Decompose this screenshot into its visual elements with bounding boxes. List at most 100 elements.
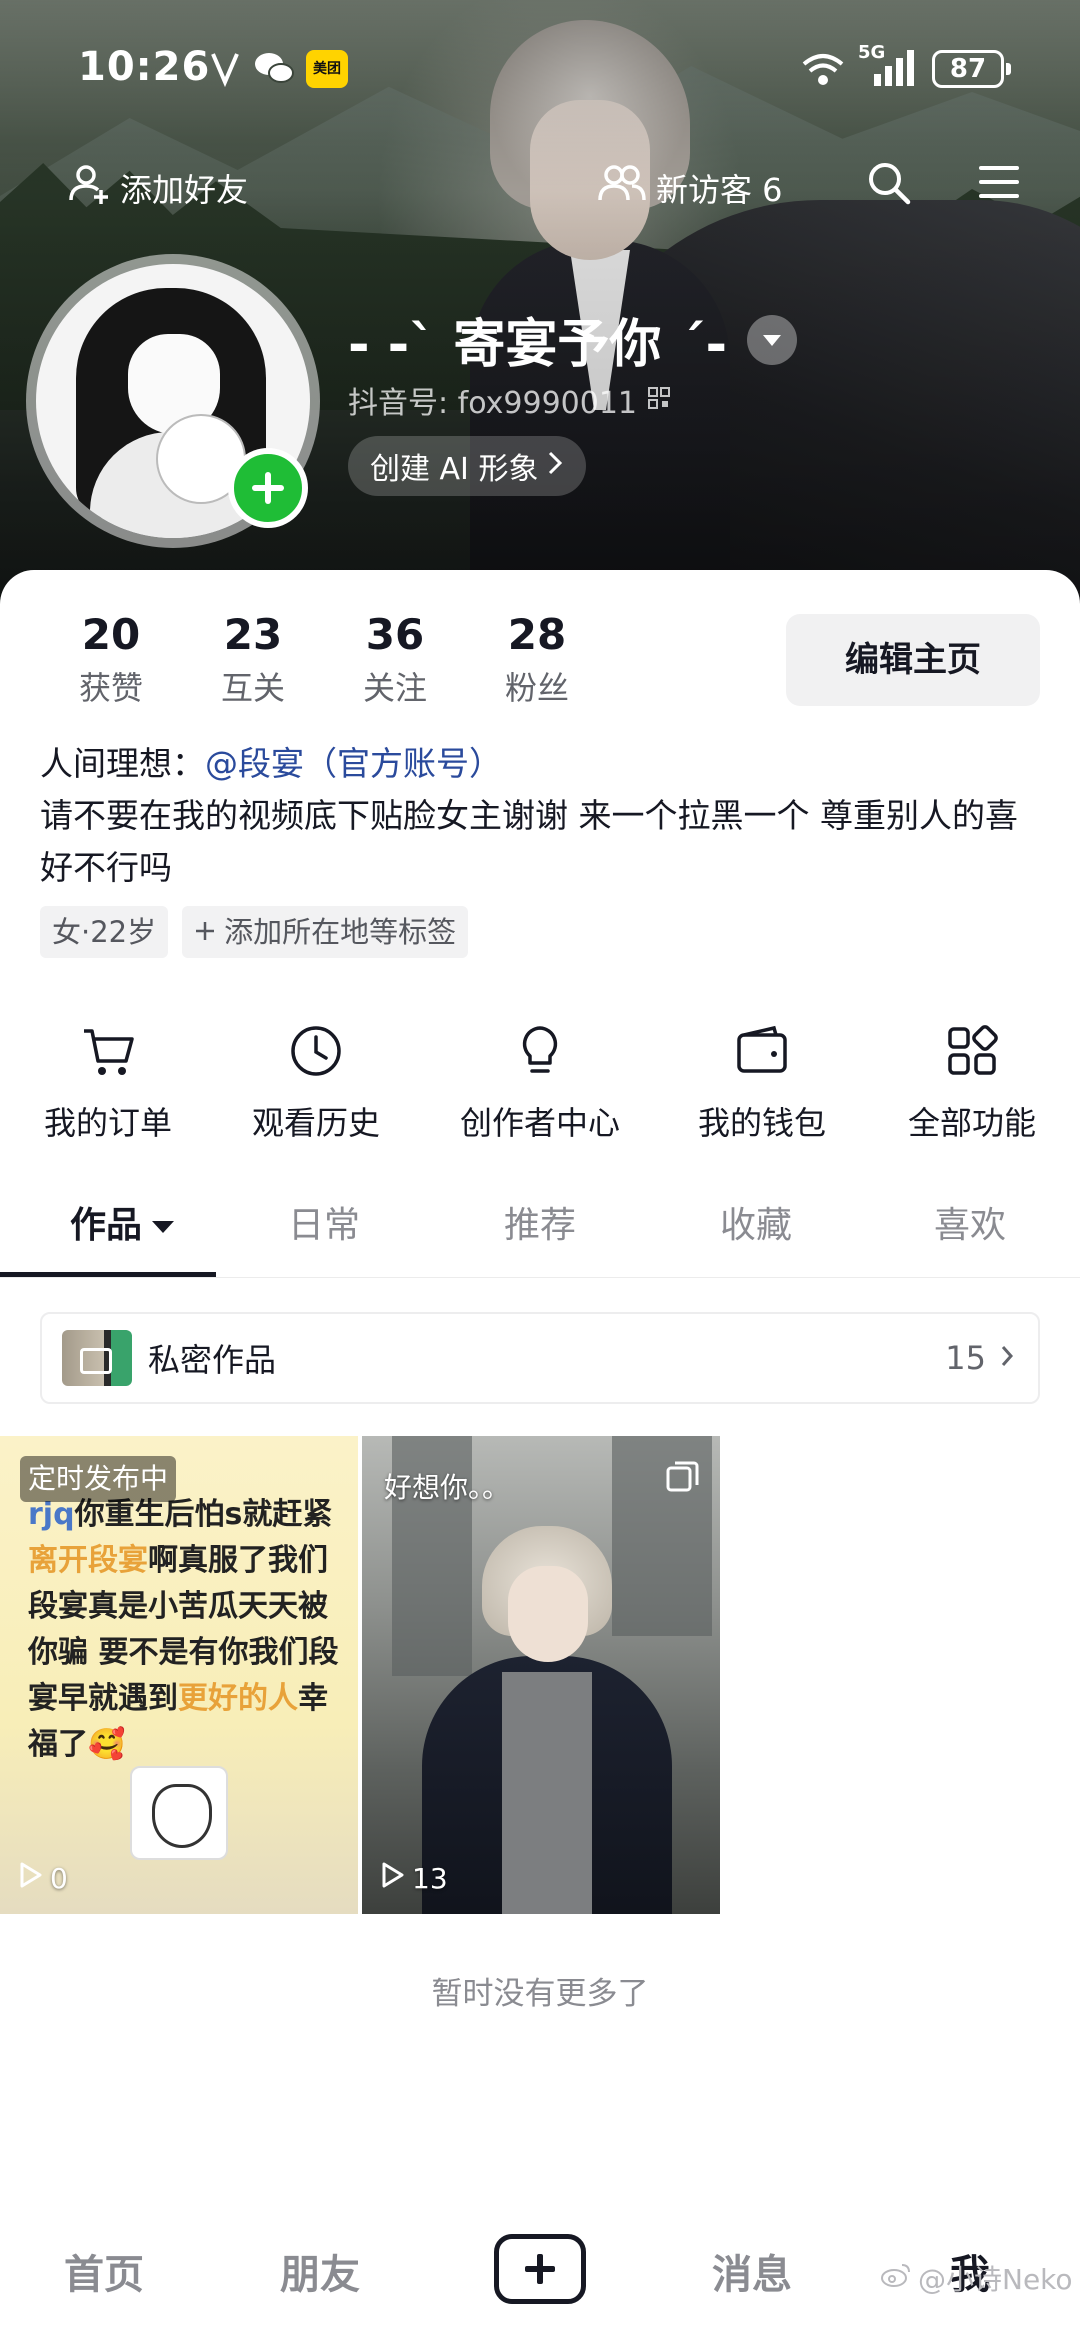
shortcut-creator-center-label: 创作者中心	[459, 1104, 620, 1142]
stat-followers[interactable]: 28 粉丝	[466, 610, 608, 709]
stat-followers-label: 粉丝	[504, 669, 569, 707]
stat-mutual-label: 互关	[220, 669, 285, 707]
shortcut-my-wallet[interactable]: 我的钱包	[662, 1018, 862, 1144]
create-post-plus-icon[interactable]	[494, 2234, 586, 2304]
profile-stats: 20 获赞 23 互关 36 关注 28 粉丝	[40, 610, 608, 709]
tab-favorites[interactable]: 收藏	[720, 1196, 792, 1278]
menu-icon[interactable]	[978, 162, 1020, 206]
profile-sheet: 20 获赞 23 互关 36 关注 28 粉丝 编辑主页 人间理想：@段宴（官方…	[0, 570, 1080, 2338]
profile-tags: 女·22岁 添加所在地等标签	[40, 906, 469, 958]
clock-icon	[216, 1018, 416, 1084]
cart-icon	[8, 1018, 208, 1084]
nav-friends[interactable]: 朋友	[280, 2242, 360, 2300]
status-time: 10:26	[78, 44, 211, 90]
shortcut-watch-history-label: 观看历史	[251, 1104, 380, 1142]
signal-icon	[870, 48, 920, 92]
video-caption: 好想你。。	[384, 1471, 511, 1504]
profile-nickname[interactable]: - -` 寄宴予你 ´-	[348, 302, 798, 377]
nav-messages[interactable]: 消息	[712, 2242, 792, 2300]
edit-profile-button[interactable]: 编辑主页	[786, 614, 1040, 706]
tab-recommend[interactable]: 推荐	[504, 1196, 576, 1278]
tag-gender-age-label: 女·22岁	[52, 915, 157, 949]
stat-likes[interactable]: 20 获赞	[40, 610, 182, 709]
stat-followers-count: 28	[507, 610, 567, 659]
create-ai-avatar-button[interactable]: 创建 AI 形象	[348, 436, 587, 496]
stat-following-label: 关注	[362, 669, 427, 707]
visitors-icon	[598, 162, 646, 214]
overlay-part: 离开段宴	[28, 1543, 148, 1578]
bulb-icon	[440, 1018, 640, 1084]
plus-icon	[194, 906, 216, 958]
stat-mutual-count: 23	[223, 610, 283, 659]
weibo-icon	[880, 2261, 912, 2296]
shortcut-my-orders-label: 我的订单	[43, 1104, 172, 1142]
watermark-text: @小诗Neko	[918, 2263, 1073, 2296]
profile-bio: 人间理想：@段宴（官方账号） 请不要在我的视频底下贴脸女主谢谢 来一个拉黑一个 …	[40, 738, 1050, 894]
new-visitors-label: 新访客 6	[656, 171, 783, 209]
search-icon[interactable]	[866, 160, 912, 210]
wifi-icon	[800, 48, 846, 92]
shortcut-my-orders[interactable]: 我的订单	[8, 1018, 208, 1144]
douyin-id-text: 抖音号: fox9990011	[348, 386, 637, 421]
new-visitors-button[interactable]: 新访客 6	[598, 162, 783, 214]
tab-daily[interactable]: 日常	[288, 1196, 360, 1278]
bio-text: 请不要在我的视频底下贴脸女主谢谢 来一个拉黑一个 尊重别人的喜好不行吗	[40, 796, 1018, 887]
private-works-count: 15	[945, 1339, 986, 1377]
chevron-right-icon	[1000, 1341, 1014, 1376]
grid-icon	[872, 1018, 1072, 1084]
play-count-value: 13	[412, 1862, 448, 1895]
stat-mutual[interactable]: 23 互关	[182, 610, 324, 709]
play-count: 0	[18, 1861, 68, 1896]
wechat-icon	[252, 48, 296, 92]
no-more-content-label: 暂时没有更多了	[431, 1976, 649, 2012]
shortcut-creator-center[interactable]: 创作者中心	[440, 1018, 640, 1144]
add-user-icon	[68, 162, 112, 214]
private-works-row[interactable]: 私密作品 15	[40, 1312, 1040, 1404]
add-location-tag-label: 添加所在地等标签	[224, 915, 457, 949]
video-text-overlay: rjq你重生后怕s就赶紧离开段宴啊真服了我们段宴真是小苦瓜天天被你骗 要不是有你…	[28, 1492, 348, 1768]
tab-works[interactable]: 作品	[70, 1196, 175, 1278]
bio-mention-link[interactable]: @段宴（官方账号）	[205, 744, 502, 783]
battery-indicator: 87	[932, 50, 1011, 88]
add-friend-label: 添加好友	[120, 171, 249, 209]
content-tabs: 作品 日常 推荐 收藏 喜欢	[0, 1196, 1080, 1278]
stat-likes-label: 获赞	[78, 669, 143, 707]
tab-works-label: 作品	[70, 1205, 143, 1246]
add-story-plus-icon[interactable]	[228, 448, 308, 528]
qr-code-icon[interactable]	[647, 383, 671, 418]
play-count-value: 0	[50, 1862, 68, 1895]
add-friend-button[interactable]: 添加好友	[68, 162, 248, 214]
chevron-right-icon	[546, 449, 564, 484]
douyin-id[interactable]: 抖音号: fox9990011	[348, 378, 671, 422]
tag-gender-age[interactable]: 女·22岁	[40, 906, 169, 958]
shortcut-my-wallet-label: 我的钱包	[697, 1104, 826, 1142]
shortcut-all-features[interactable]: 全部功能	[872, 1018, 1072, 1144]
play-icon	[380, 1861, 406, 1896]
add-location-tag-button[interactable]: 添加所在地等标签	[182, 906, 469, 958]
stat-following[interactable]: 36 关注	[324, 610, 466, 709]
scheduled-badge: 定时发布中	[20, 1456, 177, 1502]
shortcut-watch-history[interactable]: 观看历史	[216, 1018, 416, 1144]
private-works-title: 私密作品	[148, 1341, 277, 1379]
video-tile[interactable]: 好想你。。 13	[362, 1436, 720, 1914]
account-switch-dropdown-icon[interactable]	[747, 314, 798, 365]
stat-likes-count: 20	[81, 610, 141, 659]
tab-likes[interactable]: 喜欢	[934, 1196, 1006, 1278]
video-grid: rjq你重生后怕s就赶紧离开段宴啊真服了我们段宴真是小苦瓜天天被你骗 要不是有你…	[0, 1436, 1080, 1914]
play-icon	[18, 1861, 44, 1896]
overlay-part: 更好的人	[178, 1681, 298, 1716]
caret-down-icon	[152, 1221, 175, 1233]
wallet-icon	[662, 1018, 862, 1084]
overlay-part: 你重生后怕s就赶紧	[74, 1497, 333, 1532]
status-bar: 10:26 美团 5G 87	[0, 40, 1080, 100]
vpn-icon	[210, 48, 240, 92]
nav-home[interactable]: 首页	[64, 2242, 144, 2300]
ai-chip-label: 创建 AI 形象	[370, 452, 539, 487]
active-tab-underline	[0, 1272, 216, 1277]
overlay-part: rjq	[28, 1497, 75, 1532]
video-tile[interactable]: rjq你重生后怕s就赶紧离开段宴啊真服了我们段宴真是小苦瓜天天被你骗 要不是有你…	[0, 1436, 358, 1914]
nickname-text: - -` 寄宴予你 ´-	[348, 315, 728, 375]
bio-prefix: 人间理想：	[40, 744, 205, 783]
top-nav: 添加好友 新访客 6	[0, 150, 1080, 220]
stat-following-count: 36	[365, 610, 425, 659]
